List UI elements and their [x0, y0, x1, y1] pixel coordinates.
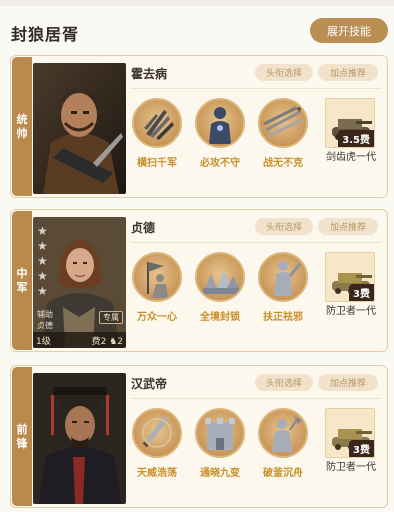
page-title: 封狼居胥	[11, 25, 80, 44]
position-tab: 中军	[12, 211, 32, 350]
equipment-cost: 3费	[349, 284, 374, 301]
portrait-footer: 1级 费2 ♞2	[33, 332, 126, 348]
assist-name: 贞德	[37, 321, 53, 330]
horse-count: 2	[117, 336, 123, 347]
skill-name: 战无不克	[263, 158, 303, 169]
skill-name: 全境封锁	[200, 312, 240, 323]
hero-name: 贞德	[131, 221, 156, 235]
position-tab: 前锋	[12, 367, 32, 506]
equipment-name: 防卫者一代	[326, 462, 376, 473]
hero-portrait[interactable]	[33, 63, 126, 194]
points-recommend-button[interactable]: 加点推荐	[318, 374, 378, 391]
knife-cluster-icon	[132, 98, 182, 148]
hero-cost: 费2 ♞2	[92, 334, 123, 347]
star-rating: ★ ★ ★ ★ ★	[37, 225, 48, 297]
equipment-name: 防卫者一代	[326, 306, 376, 317]
expert-badge: 专属	[99, 311, 123, 324]
position-label: 中军	[16, 266, 28, 294]
points-recommend-button[interactable]: 加点推荐	[318, 218, 378, 235]
hero-card: 前锋 汉武帝 头衔选择 加点推荐 天威浩荡 通晓九变 破釜沉舟 3费 防卫者一代	[10, 365, 388, 508]
skill-name: 天威浩荡	[137, 468, 177, 479]
axe-warrior-icon	[258, 408, 308, 458]
star-icon: ★	[37, 239, 48, 253]
star-icon: ★	[37, 224, 48, 238]
skill-slot[interactable]: 扶正祛邪	[254, 252, 312, 323]
position-label: 前锋	[16, 422, 28, 450]
skill-slot[interactable]: 万众一心	[128, 252, 186, 323]
skill-name: 横扫千军	[137, 158, 177, 169]
warrior-statue-icon	[258, 252, 308, 302]
tank-icon: 3费	[325, 252, 375, 302]
body-silhouette-icon	[195, 98, 245, 148]
spears-icon	[258, 98, 308, 148]
divider	[131, 88, 381, 89]
assist-info: 辅助 贞德	[37, 309, 53, 331]
equipment-name: 剑齿虎一代	[326, 152, 376, 163]
equipment-cost: 3费	[349, 440, 374, 457]
star-icon: ★	[37, 284, 48, 298]
title-select-button[interactable]: 头衔选择	[255, 64, 313, 81]
skill-slot[interactable]: 横扫千军	[128, 98, 186, 169]
skill-name: 破釜沉舟	[263, 468, 303, 479]
skill-slot[interactable]: 通晓九变	[191, 408, 249, 479]
tank-icon: 3.5费	[325, 98, 375, 148]
siege-camp-icon	[195, 252, 245, 302]
wall-icon	[195, 408, 245, 458]
expand-skills-button[interactable]: 展开技能	[310, 18, 388, 43]
hero-portrait[interactable]	[33, 373, 126, 504]
cost-value: 费2	[91, 336, 107, 347]
hero-name: 汉武帝	[131, 377, 168, 391]
points-recommend-button[interactable]: 加点推荐	[318, 64, 378, 81]
skill-name: 万众一心	[137, 312, 177, 323]
star-icon: ★	[37, 269, 48, 283]
soldier-flag-icon	[132, 252, 182, 302]
skill-slot[interactable]: 天威浩荡	[128, 408, 186, 479]
skill-name: 通晓九变	[200, 468, 240, 479]
sword-icon	[132, 408, 182, 458]
hero-card: 中军 ★ ★ ★ ★ ★ 辅助 贞德 专属 1级 费2 ♞2 贞德 头衔选择 加…	[10, 209, 388, 352]
hero-card: 统帅 霍去病 头衔选择 加点推荐 横扫千军 必攻不守 战无不克 3.5费 剑齿虎…	[10, 55, 388, 198]
equipment-slot[interactable]: 3.5费 剑齿虎一代	[325, 98, 377, 164]
equipment-cost: 3.5费	[338, 130, 374, 147]
hero-name: 霍去病	[131, 67, 168, 81]
star-icon: ★	[37, 254, 48, 268]
hero-portrait[interactable]: ★ ★ ★ ★ ★ 辅助 贞德 专属 1级 费2 ♞2	[33, 217, 126, 348]
skill-slot[interactable]: 战无不克	[254, 98, 312, 169]
skill-slot[interactable]: 全境封锁	[191, 252, 249, 323]
hero-level: 1级	[36, 336, 51, 347]
skill-name: 扶正祛邪	[263, 312, 303, 323]
title-select-button[interactable]: 头衔选择	[255, 374, 313, 391]
position-label: 统帅	[16, 112, 28, 140]
divider	[131, 398, 381, 399]
divider	[131, 242, 381, 243]
skill-slot[interactable]: 破釜沉舟	[254, 408, 312, 479]
equipment-slot[interactable]: 3费 防卫者一代	[325, 408, 377, 474]
position-tab: 统帅	[12, 57, 32, 196]
title-select-button[interactable]: 头衔选择	[255, 218, 313, 235]
equipment-slot[interactable]: 3费 防卫者一代	[325, 252, 377, 318]
top-strip	[0, 0, 394, 6]
assist-label: 辅助	[37, 310, 53, 319]
skill-slot[interactable]: 必攻不守	[191, 98, 249, 169]
tank-icon: 3费	[325, 408, 375, 458]
skill-name: 必攻不守	[200, 158, 240, 169]
